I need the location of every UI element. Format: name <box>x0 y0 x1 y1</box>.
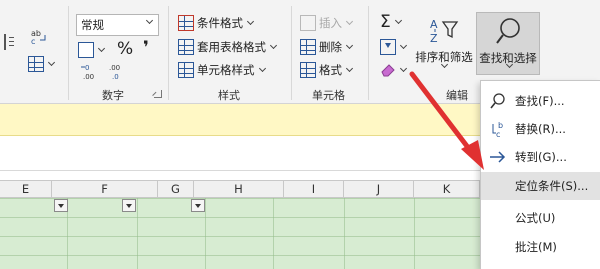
menu-item-comments[interactable]: 批注(M) <box>481 233 600 261</box>
insert-label: 插入 <box>319 16 342 30</box>
group-label-number: 数字 <box>102 89 124 102</box>
svg-text:A: A <box>430 18 438 31</box>
filter-dropdown-button[interactable] <box>54 199 68 212</box>
insert-cells-button[interactable]: 插入 <box>300 13 354 33</box>
menu-item-replace[interactable]: bc 替换(R)... <box>481 115 600 143</box>
menu-item-label: 批注(M) <box>515 240 557 254</box>
svg-text:.00: .00 <box>83 73 94 81</box>
column-header[interactable]: G <box>158 181 194 198</box>
indent-icon[interactable] <box>4 32 14 52</box>
percent-style-button[interactable]: % <box>117 39 133 59</box>
number-format-select[interactable]: 常规 <box>76 14 159 36</box>
sigma-icon: Σ <box>380 12 391 32</box>
conditional-format-button[interactable]: 条件格式 <box>178 13 255 33</box>
increase-decimal-button[interactable]: 0.00 <box>80 62 100 82</box>
accounting-format-button[interactable] <box>78 40 106 60</box>
column-header[interactable]: F <box>52 181 158 198</box>
menu-item-goto-special[interactable]: 定位条件(S)... <box>481 172 600 200</box>
decrease-decimal-button[interactable]: .00.0 <box>106 62 126 82</box>
comma-style-button[interactable]: ❜ <box>143 38 149 58</box>
format-as-table-button[interactable]: 套用表格格式 <box>178 37 278 57</box>
format-as-table-label: 套用表格格式 <box>197 40 266 54</box>
conditional-format-label: 条件格式 <box>197 16 243 30</box>
menu-item-goto[interactable]: 转到(G)... <box>481 143 600 171</box>
merge-cells-icon <box>28 56 44 72</box>
filter-dropdown-button[interactable] <box>122 199 136 212</box>
decrease-decimal-icon: .00.0 <box>109 64 120 81</box>
delete-cells-button[interactable]: 删除 <box>300 37 354 57</box>
merge-cells-button[interactable] <box>28 54 56 74</box>
percent-icon: % <box>117 39 134 59</box>
group-separator <box>68 6 69 100</box>
group-separator <box>168 6 169 100</box>
find-select-button[interactable]: 查找和选择 <box>476 12 540 75</box>
wrap-text-icon[interactable]: ab c <box>30 26 48 46</box>
group-label-styles: 样式 <box>218 89 240 102</box>
svg-text:c: c <box>31 37 35 45</box>
menu-item-label: 转到(G)... <box>515 150 567 164</box>
menu-item-label: 替换(R)... <box>515 122 566 136</box>
column-header[interactable]: H <box>194 181 284 198</box>
cell-styles-icon <box>178 62 194 78</box>
menu-item-label: 定位条件(S)... <box>515 179 589 193</box>
sort-filter-icon: A Z <box>430 18 459 45</box>
group-label-cells: 单元格 <box>312 89 345 102</box>
group-separator <box>291 6 292 100</box>
svg-text:Z: Z <box>430 32 438 45</box>
format-cells-button[interactable]: 格式 <box>300 60 354 80</box>
svg-text:c: c <box>496 130 500 138</box>
svg-text:b: b <box>498 121 503 130</box>
fill-down-icon <box>380 39 396 55</box>
arrow-right-icon <box>489 148 507 166</box>
format-label: 格式 <box>319 63 342 77</box>
cell-styles-button[interactable]: 单元格样式 <box>178 60 266 80</box>
conditional-format-icon <box>178 15 194 31</box>
delete-label: 删除 <box>319 40 342 54</box>
replace-icon: bc <box>489 120 507 138</box>
magnifier-icon <box>496 18 520 44</box>
eraser-icon <box>381 64 395 77</box>
accounting-icon <box>78 42 94 58</box>
autosum-button[interactable]: Σ <box>380 12 402 32</box>
group-label-editing: 编辑 <box>446 89 468 102</box>
format-icon <box>300 62 316 78</box>
filter-dropdown-button[interactable] <box>191 199 205 212</box>
comma-icon: ❜ <box>143 38 149 58</box>
number-format-value: 常规 <box>81 18 104 32</box>
svg-text:.0: .0 <box>112 73 119 81</box>
search-icon <box>489 92 507 110</box>
column-header[interactable]: J <box>344 181 414 198</box>
find-select-menu: 查找(F)... bc 替换(R)... 转到(G)... 定位条件(S)...… <box>480 80 600 269</box>
menu-item-label: 公式(U) <box>515 211 556 225</box>
chevron-down-icon <box>145 16 154 25</box>
menu-item-formulas[interactable]: 公式(U) <box>481 204 600 232</box>
menu-item-label: 查找(F)... <box>515 94 565 108</box>
delete-icon <box>300 39 316 55</box>
insert-icon <box>300 15 316 31</box>
cell-styles-label: 单元格样式 <box>197 63 255 77</box>
svg-text:.00: .00 <box>109 64 120 72</box>
menu-item-find[interactable]: 查找(F)... <box>481 87 600 115</box>
column-header[interactable]: K <box>414 181 480 198</box>
table-icon <box>178 39 194 55</box>
increase-decimal-icon: 0.00 <box>81 64 94 81</box>
dialog-launcher-icon[interactable] <box>154 90 162 98</box>
sort-filter-button[interactable]: A Z 排序和筛选 <box>414 14 474 74</box>
svg-text:0: 0 <box>85 64 89 72</box>
fill-button[interactable] <box>380 37 408 57</box>
group-separator <box>368 6 369 100</box>
column-header[interactable]: I <box>284 181 344 198</box>
column-header[interactable]: E <box>0 181 52 198</box>
clear-button[interactable] <box>380 60 408 80</box>
